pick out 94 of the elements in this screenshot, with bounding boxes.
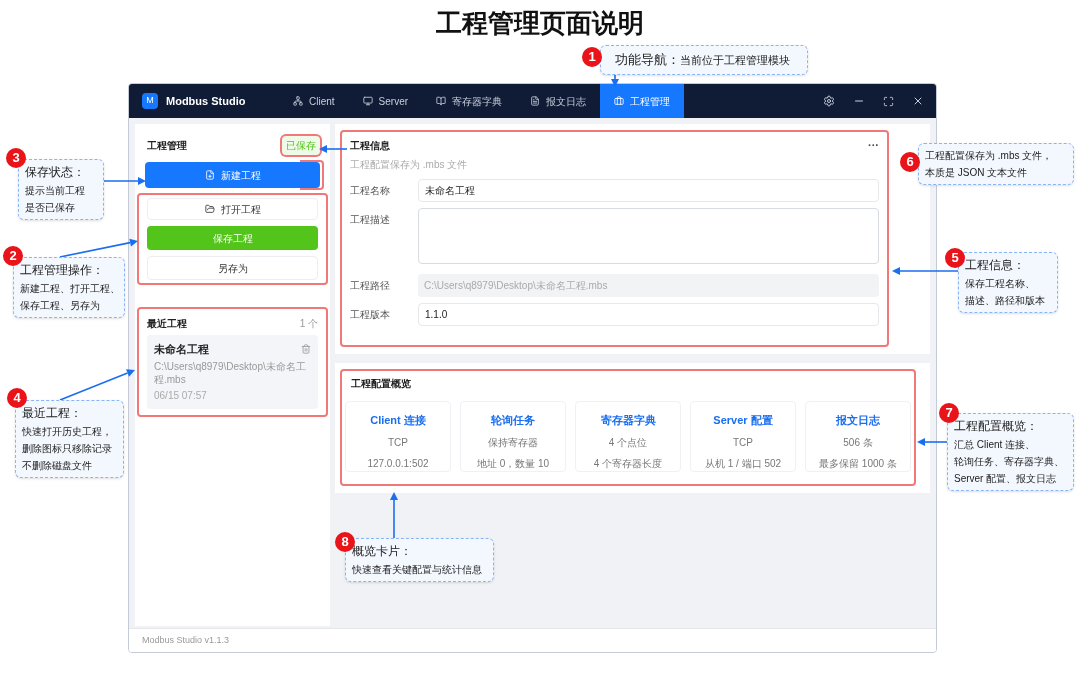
callout-title: 工程管理操作： — [20, 262, 105, 279]
callout-text: 新建工程、打开工程、 — [20, 282, 118, 296]
new-project-button[interactable]: 新建工程 — [145, 162, 320, 188]
briefcase-icon — [614, 96, 625, 106]
callout-text: 保存工程名称、 — [965, 277, 1036, 291]
callout-text: 本质是 JSON 文本文件 — [925, 166, 1029, 180]
callout-text: 汇总 Client 连接、 — [954, 438, 1037, 452]
app-logo: M — [142, 93, 158, 109]
section-subtitle: 工程配置保存为 .mbs 文件 — [350, 157, 469, 172]
field-label: 工程路径 — [350, 278, 391, 293]
callout-title: 最近工程： — [22, 405, 83, 422]
number-badge: 1 — [582, 47, 602, 67]
more-button[interactable]: ··· — [868, 137, 879, 154]
network-icon — [293, 96, 303, 106]
tile-text: TCP — [733, 435, 753, 450]
settings-icon[interactable] — [823, 95, 835, 107]
callout-text: 提示当前工程 — [25, 184, 86, 198]
tile-title: Client 连接 — [370, 413, 426, 428]
callout-text: 当前位于工程管理模块 — [680, 53, 790, 68]
callout-title: 概览卡片： — [352, 543, 413, 560]
callout-text: Server 配置、报文日志 — [954, 472, 1058, 486]
callout-title: 功能导航： — [615, 51, 680, 69]
highlight-frame — [300, 160, 324, 190]
overview-tile[interactable]: Client 连接 TCP 127.0.0.1:502 — [345, 401, 451, 472]
tile-text: TCP — [388, 435, 408, 450]
arrow — [917, 438, 948, 446]
arrow — [892, 267, 959, 275]
maximize-icon[interactable] — [883, 95, 894, 107]
project-time: 06/15 07:57 — [154, 388, 208, 403]
arrow — [611, 74, 619, 87]
nav-tab[interactable]: Server — [348, 84, 423, 118]
file-icon — [530, 96, 541, 106]
sidebar-button[interactable]: 打开工程 — [147, 198, 318, 220]
callout-title: 保存状态： — [25, 164, 86, 181]
folder-icon — [204, 204, 215, 214]
tile-text: 4 个点位 — [608, 435, 648, 450]
callout-text: 快速打开历史工程， — [22, 425, 113, 439]
book-icon — [436, 96, 447, 106]
version-text: Modbus Studio v1.1.3 — [142, 633, 230, 647]
text-field[interactable]: 1.1.0 — [418, 302, 879, 326]
section-title: 最近工程 — [147, 316, 187, 331]
callout-text: 保存工程、另存为 — [20, 299, 101, 313]
field-label: 工程名称 — [350, 183, 391, 198]
recent-project-item[interactable]: 未命名工程 C:\Users\q8979\Desktop\未命名工程.mbs 06/15 07:57 — [147, 335, 318, 409]
callout-text: 不删除磁盘文件 — [22, 459, 93, 473]
tile-text: 127.0.0.1:502 — [367, 456, 429, 471]
path-field: C:\Users\q8979\Desktop\未命名工程.mbs — [418, 273, 879, 297]
text-field[interactable]: 未命名工程 — [418, 178, 879, 202]
field-label: 工程描述 — [350, 212, 391, 227]
arrow — [390, 492, 398, 539]
callout-title: 工程信息： — [965, 257, 1026, 274]
project-name: 未命名工程 — [154, 342, 209, 357]
project-path: C:\Users\q8979\Desktop\未命名工程.mbs — [154, 359, 307, 386]
nav-tab[interactable]: Client — [279, 84, 349, 118]
sidebar-button[interactable]: 另存为 — [147, 256, 318, 280]
tile-text: 4 个寄存器长度 — [593, 456, 663, 471]
app-name: Modbus Studio — [166, 93, 246, 109]
close-icon[interactable] — [912, 95, 924, 107]
tile-title: 报文日志 — [836, 413, 880, 428]
arrow — [102, 177, 146, 185]
nav-tab[interactable]: 报文日志 — [516, 84, 601, 118]
page-title: 工程管理页面说明 — [436, 7, 644, 40]
tile-title: 轮询任务 — [491, 413, 535, 428]
tile-text: 从机 1 / 端口 502 — [704, 456, 782, 471]
overview-tile[interactable]: Server 配置 TCP 从机 1 / 端口 502 — [690, 401, 796, 472]
callout-text: 工程配置保存为 .mbs 文件， — [925, 149, 1054, 163]
section-title: 工程信息 — [350, 138, 390, 153]
overview-tile[interactable]: 轮询任务 保持寄存器 地址 0，数量 10 — [460, 401, 566, 472]
tile-text: 最多保留 1000 条 — [819, 456, 897, 471]
number-badge: 3 — [6, 148, 26, 168]
tile-text: 保持寄存器 — [488, 435, 538, 450]
callout-text: 描述、路径和版本 — [965, 294, 1046, 308]
tile-text: 地址 0，数量 10 — [476, 456, 550, 471]
arrow — [319, 145, 348, 153]
section-title: 工程配置概览 — [350, 377, 412, 391]
nav-tab[interactable]: 寄存器字典 — [422, 84, 517, 118]
callout-text: 是否已保存 — [25, 201, 76, 215]
number-badge: 5 — [945, 248, 965, 268]
tile-text: 506 条 — [843, 435, 873, 450]
nav-tab[interactable]: 工程管理 — [600, 84, 685, 118]
field-label: 工程版本 — [350, 307, 391, 322]
sidebar-title: 工程管理 — [147, 138, 187, 153]
file-plus-icon — [204, 170, 215, 180]
overview-tile[interactable]: 寄存器字典 4 个点位 4 个寄存器长度 — [575, 401, 681, 472]
monitor-icon — [362, 96, 373, 106]
tile-title: 寄存器字典 — [600, 413, 656, 428]
count-label: 1 个 — [299, 316, 318, 331]
save-status-badge: 已保存 — [282, 135, 320, 155]
number-badge: 4 — [7, 388, 27, 408]
callout-text: 删除图标只移除记录 — [22, 442, 113, 456]
callout-text: 轮询任务、寄存器字典、 — [954, 455, 1065, 469]
overview-tile[interactable]: 报文日志 506 条 最多保留 1000 条 — [805, 401, 911, 472]
tile-title: Server 配置 — [713, 413, 773, 428]
callout-text: 快速查看关键配置与统计信息 — [352, 563, 483, 577]
